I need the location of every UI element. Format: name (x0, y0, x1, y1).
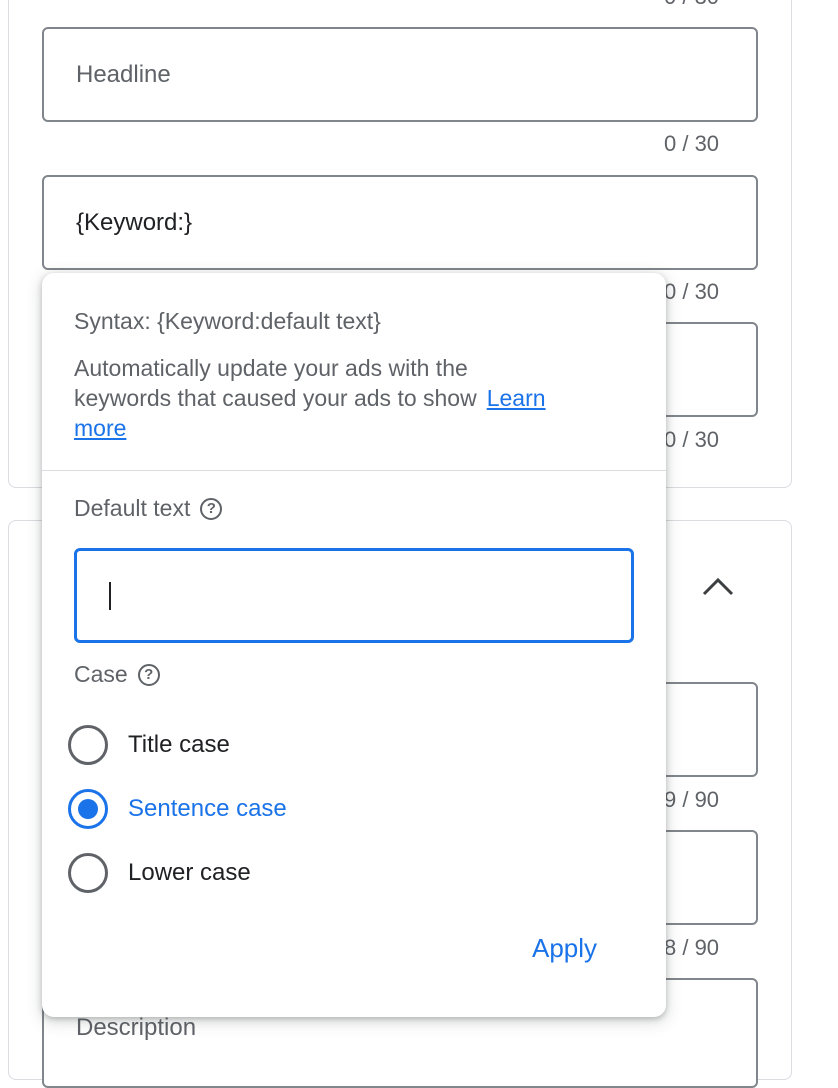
keyword-insertion-popup: Syntax: {Keyword:default text} Automatic… (42, 273, 666, 1017)
description-text: Automatically update your ads with the k… (74, 355, 477, 411)
apply-button[interactable]: Apply (532, 933, 597, 964)
radio-button[interactable] (68, 725, 108, 765)
case-option-label: Sentence case (128, 795, 287, 822)
case-label: Case ? (74, 661, 160, 688)
radio-button-selected[interactable] (68, 789, 108, 829)
default-text-input[interactable] (74, 548, 634, 643)
headline-1-counter: 0 / 30 (664, 131, 720, 156)
case-label-text: Case (74, 661, 128, 687)
default-text-label: Default text ? (74, 495, 223, 522)
headline-value: {Keyword:} (76, 209, 193, 236)
description-2-counter: 8 / 90 (664, 935, 720, 960)
text-cursor (109, 582, 111, 610)
chevron-up-icon[interactable] (700, 570, 736, 606)
help-icon[interactable]: ? (200, 497, 223, 520)
default-text-label-text: Default text (74, 495, 191, 521)
case-option-label: Title case (128, 731, 230, 758)
headline-3-counter: 0 / 30 (664, 427, 720, 452)
syntax-text: Syntax: {Keyword:default text} (74, 308, 381, 334)
radio-button[interactable] (68, 853, 108, 893)
popup-description: Automatically update your ads with the k… (74, 353, 554, 443)
headline-field-2[interactable]: {Keyword:} (42, 175, 758, 270)
headline-placeholder: Headline (76, 61, 171, 88)
headline-2-counter: 0 / 30 (664, 279, 720, 304)
divider (42, 470, 666, 471)
headline-field-1[interactable]: Headline (42, 27, 758, 122)
case-option-sentence[interactable]: Sentence case (68, 787, 287, 831)
case-option-label: Lower case (128, 859, 251, 886)
description-1-counter: 9 / 90 (664, 787, 720, 812)
case-option-title[interactable]: Title case (68, 723, 230, 767)
help-icon[interactable]: ? (137, 663, 160, 686)
case-option-lower[interactable]: Lower case (68, 851, 251, 895)
top-partial-counter: 0 / 30 (664, 0, 719, 10)
description-placeholder: Description (76, 1014, 197, 1041)
